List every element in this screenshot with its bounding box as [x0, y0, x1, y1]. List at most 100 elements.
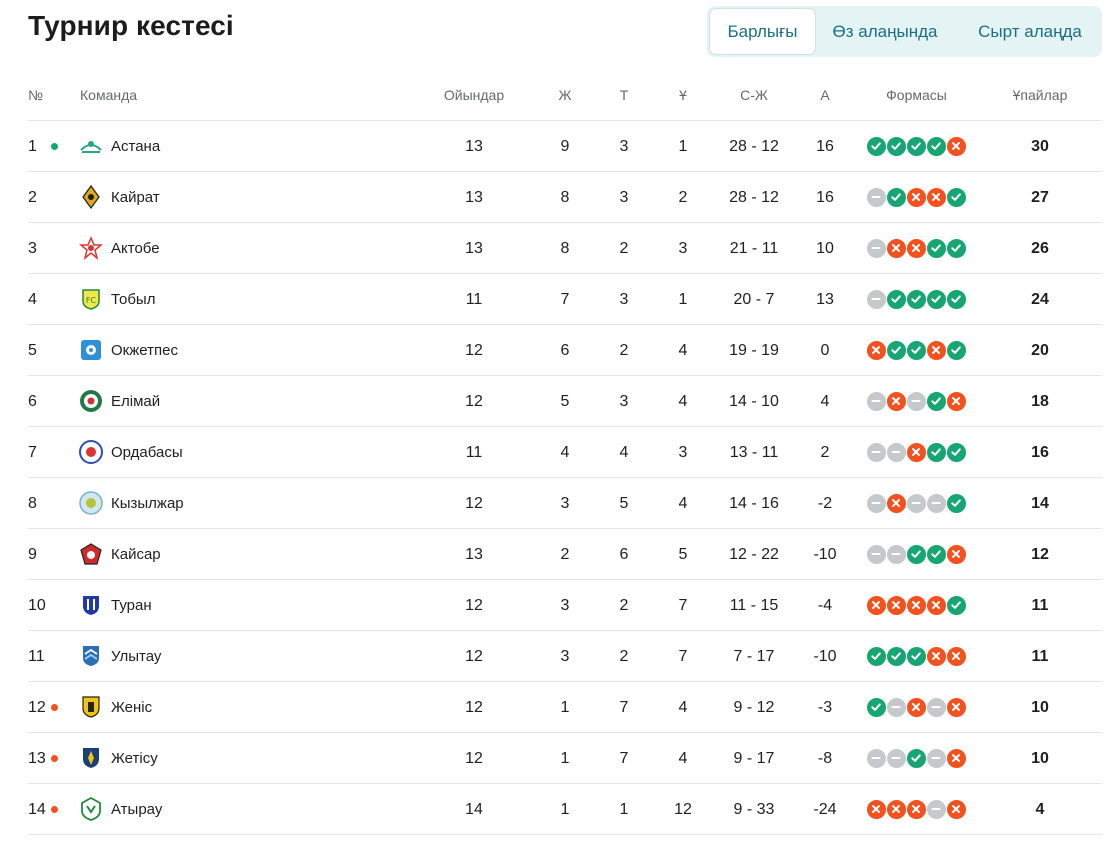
win-check-icon: [906, 136, 927, 157]
ordabasy-logo[interactable]: [79, 440, 103, 464]
games-played-cell: 12: [465, 393, 483, 410]
astana-logo[interactable]: [79, 134, 103, 158]
team-name[interactable]: Окжетпес: [111, 325, 371, 376]
column-header-difference[interactable]: А: [795, 75, 855, 115]
kaisar-logo[interactable]: [79, 542, 103, 566]
kyzylzhar-logo[interactable]: [79, 491, 103, 515]
column-header-goals[interactable]: С-Ж: [714, 75, 794, 115]
form-indicator: [866, 187, 967, 208]
losses-cell: 3: [678, 444, 688, 461]
atyrau-logo[interactable]: [79, 796, 103, 821]
games-played-cell: 14: [465, 801, 483, 818]
table-row[interactable]: 14 Атырау 14 1 1 12 9 - 33 -24 4: [0, 784, 1114, 835]
table-row[interactable]: 4 FC Тобыл 11 7 3 1 20 - 7 13 24: [0, 274, 1114, 325]
zhetysu-logo[interactable]: [79, 746, 103, 770]
draws-cell: 2: [619, 597, 629, 614]
loss-cross-icon: [946, 799, 967, 820]
column-header-team[interactable]: Команда: [80, 75, 200, 115]
column-header-losses[interactable]: Ұ: [663, 75, 703, 115]
table-row[interactable]: 11 Улытау 12 3 2 7 7 - 17 -10 11: [0, 631, 1114, 682]
form-indicator: [866, 799, 967, 820]
table-row[interactable]: 12 Женіс 12 1 7 4 9 - 12 -3 10: [0, 682, 1114, 733]
table-row[interactable]: 5 Окжетпес 12 6 2 4 19 - 19 0 20: [0, 325, 1114, 376]
wins-cell: 8: [560, 189, 570, 206]
goal-difference-cell: 0: [820, 342, 830, 359]
ulytau-logo[interactable]: [79, 644, 103, 668]
tab-all[interactable]: Барлығы: [710, 9, 815, 54]
draws-cell: 7: [619, 699, 629, 716]
goal-difference-cell: -3: [817, 699, 833, 716]
position-cell: 10: [28, 597, 46, 614]
goal-difference-cell: 4: [820, 393, 830, 410]
goal-difference-cell: -2: [817, 495, 833, 512]
goals-cell: 9 - 33: [733, 801, 775, 818]
points-cell: 11: [1031, 597, 1049, 614]
team-name[interactable]: Жетісу: [111, 733, 371, 784]
table-row[interactable]: 13 Жетісу 12 1 7 4 9 - 17 -8 10: [0, 733, 1114, 784]
draws-cell: 7: [619, 750, 629, 767]
table-row[interactable]: 10 Туран 12 3 2 7 11 - 15 -4 11: [0, 580, 1114, 631]
team-name[interactable]: Кайсар: [111, 529, 371, 580]
loss-cross-icon: [866, 595, 887, 616]
aktobe-logo[interactable]: [78, 236, 104, 261]
goals-cell: 14 - 10: [729, 393, 779, 410]
column-header-wins[interactable]: Ж: [545, 75, 585, 115]
column-header-position[interactable]: №: [28, 75, 58, 115]
team-name[interactable]: Кайрат: [111, 172, 371, 223]
position-cell: 11: [28, 648, 45, 665]
loss-cross-icon: [926, 187, 947, 208]
elimai-logo[interactable]: [79, 389, 103, 413]
table-row[interactable]: 1 Астана 13 9 3 1 28 - 12 16 30: [0, 121, 1114, 172]
table-row[interactable]: 6 Елімай 12 5 3 4 14 - 10 4 18: [0, 376, 1114, 427]
team-name[interactable]: Улытау: [111, 631, 371, 682]
team-name[interactable]: Тобыл: [111, 274, 371, 325]
table-row[interactable]: 8 Кызылжар 12 3 5 4 14 - 16 -2 14: [0, 478, 1114, 529]
loss-cross-icon: [926, 340, 947, 361]
goal-difference-cell: -4: [817, 597, 833, 614]
kairat-logo[interactable]: [79, 184, 103, 210]
games-played-cell: 13: [465, 189, 483, 206]
loss-cross-icon: [926, 595, 947, 616]
games-played-cell: 12: [465, 648, 483, 665]
form-indicator: [866, 748, 967, 769]
tobol-logo[interactable]: FC: [79, 287, 103, 311]
team-name[interactable]: Астана: [111, 121, 371, 172]
team-name[interactable]: Кызылжар: [111, 478, 371, 529]
tab-home[interactable]: Өз алаңында: [823, 9, 947, 54]
column-header-draws[interactable]: Т: [604, 75, 644, 115]
table-row[interactable]: 7 Ордабасы 11 4 4 3 13 - 11 2 16: [0, 427, 1114, 478]
tab-away[interactable]: Сырт алаңда: [965, 9, 1095, 54]
losses-cell: 1: [678, 138, 688, 155]
position-cell: 6: [28, 393, 37, 410]
table-row[interactable]: 9 Кайсар 13 2 6 5 12 - 22 -10 12: [0, 529, 1114, 580]
team-name[interactable]: Ордабасы: [111, 427, 371, 478]
wins-cell: 1: [560, 801, 570, 818]
column-header-points[interactable]: Ұпайлар: [1000, 75, 1080, 115]
win-check-icon: [946, 289, 967, 310]
win-check-icon: [886, 136, 907, 157]
draws-cell: 3: [619, 138, 629, 155]
position-cell: 3: [28, 240, 37, 257]
table-row[interactable]: 3 Актобе 13 8 2 3 21 - 11 10 26: [0, 223, 1114, 274]
team-name[interactable]: Женіс: [111, 682, 371, 733]
draw-result-icon: [926, 697, 947, 718]
games-played-cell: 13: [465, 138, 483, 155]
team-name[interactable]: Туран: [111, 580, 371, 631]
row-divider: [28, 834, 1102, 835]
form-indicator: [866, 289, 967, 310]
turan-logo[interactable]: [79, 593, 103, 617]
zhenis-logo[interactable]: [79, 695, 103, 719]
team-name[interactable]: Атырау: [111, 784, 371, 835]
losses-cell: 4: [678, 393, 688, 410]
column-header-games[interactable]: Ойындар: [434, 75, 514, 115]
table-row[interactable]: 2 Кайрат 13 8 3 2 28 - 12 16 27: [0, 172, 1114, 223]
draws-cell: 1: [619, 801, 629, 818]
loss-cross-icon: [946, 646, 967, 667]
games-played-cell: 12: [465, 342, 483, 359]
goals-cell: 20 - 7: [733, 291, 775, 308]
draw-result-icon: [866, 493, 887, 514]
wins-cell: 3: [560, 648, 570, 665]
team-name[interactable]: Елімай: [111, 376, 371, 427]
okzhetpes-logo[interactable]: [79, 338, 103, 362]
team-name[interactable]: Актобе: [111, 223, 371, 274]
